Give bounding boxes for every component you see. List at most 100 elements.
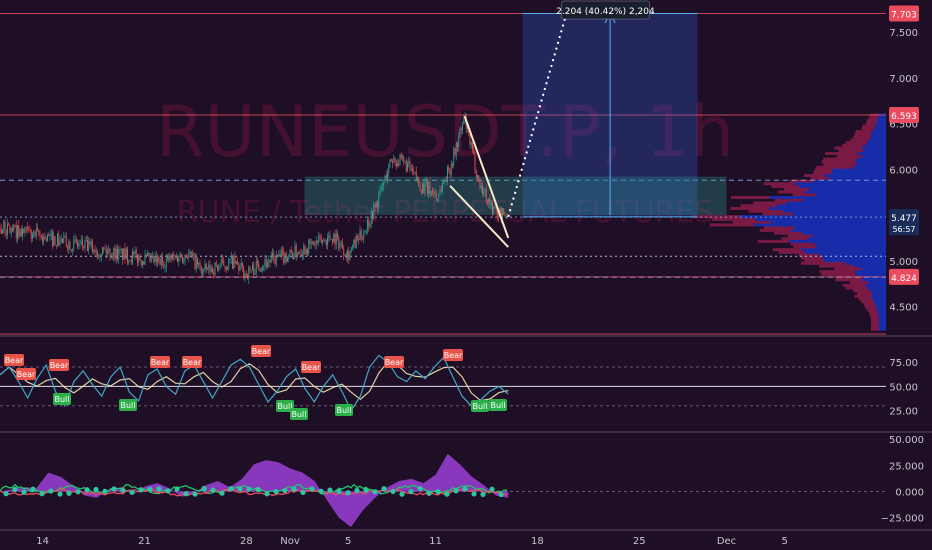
volume-profile-bar-down [804, 173, 825, 177]
candle-down [427, 181, 428, 194]
volume-profile-bar-down [771, 184, 800, 188]
candle-down [279, 254, 281, 257]
trading-chart[interactable]: RUNEUSDT.P, 1h RUNE / Tether PERPETUAL F… [0, 0, 932, 550]
candle-down [213, 272, 215, 275]
candle-up [493, 207, 495, 214]
candle-down [44, 236, 46, 240]
candle-up [379, 188, 381, 196]
candle-down [334, 233, 336, 245]
volume-profile-bar-up [794, 226, 886, 230]
candle-down [354, 239, 356, 248]
candle-down [342, 243, 343, 250]
candle-down [314, 245, 316, 246]
volume-profile-bar-down [871, 322, 879, 326]
price-tag-current-countdown: 56:57 [892, 225, 915, 234]
volume-profile-bar-down [823, 157, 857, 161]
candle-up [150, 257, 152, 262]
volume-profile-bar-down [868, 116, 878, 120]
candle-down [394, 157, 396, 161]
candle-down [299, 252, 301, 255]
volume-profile-bar-up [807, 237, 886, 241]
candle-up [294, 245, 296, 257]
candle-up [227, 267, 228, 270]
candle-up [315, 240, 317, 246]
volume-profile-bar-down [777, 190, 805, 194]
volume-profile-bar-up [874, 300, 886, 304]
volume-profile-bar-down [835, 278, 863, 282]
volume-profile-bar-up [782, 209, 886, 213]
volume-profile-bar-down [866, 121, 877, 125]
candle-down [503, 208, 505, 215]
candle-up [134, 250, 136, 255]
price-axis-tick: 4.500 [889, 303, 918, 314]
candle-up [408, 161, 410, 164]
candle-down [445, 180, 447, 182]
volume-profile-bar-up [846, 261, 886, 265]
candle-down [212, 267, 213, 273]
candle-up [399, 154, 401, 166]
candle-up [123, 248, 125, 260]
volume-profile-bar-down [774, 198, 803, 202]
candle-down [119, 249, 121, 250]
volume-profile-bar-up [871, 132, 886, 136]
candle-down [372, 211, 373, 220]
candle-down [238, 264, 240, 271]
osc-dot [120, 487, 126, 493]
candle-down [313, 241, 315, 246]
candle-up [142, 261, 143, 266]
osc-dot [381, 486, 387, 492]
candle-up [138, 256, 140, 263]
candle-down [92, 242, 93, 252]
volume-profile-bar-down [819, 270, 855, 274]
volume-profile-bar-up [816, 245, 886, 249]
volume-profile-bar-up [865, 143, 886, 147]
candle-down [249, 266, 251, 271]
candle-down [457, 142, 458, 147]
volume-profile-bar-down [853, 289, 871, 293]
volume-profile-bar-down [824, 152, 858, 156]
volume-profile-bar-down [731, 195, 770, 199]
candle-down [392, 161, 393, 163]
candle-up [369, 223, 371, 227]
volume-profile-bar-up [816, 193, 886, 197]
volume-profile-bar-down [838, 149, 864, 153]
candle-down [20, 229, 22, 237]
candle-up [50, 232, 52, 235]
osc-dot [192, 491, 198, 497]
candle-up [19, 229, 21, 237]
candle-up [108, 248, 110, 251]
bear-signal-label: Bear [5, 356, 24, 365]
osc-dot [264, 491, 270, 497]
candle-up [240, 263, 242, 266]
candle-down [420, 190, 422, 193]
candle-down [435, 192, 437, 200]
candle-down [449, 169, 451, 175]
rsi-axis-tick: 75.00 [889, 358, 918, 369]
bull-signal-label: Bull [472, 402, 487, 411]
volume-profile-bar-up [855, 272, 886, 276]
candle-up [352, 245, 353, 248]
candle-up [32, 233, 33, 239]
volume-profile-bar-down [816, 165, 854, 169]
candle-down [472, 142, 473, 150]
candle-up [494, 206, 496, 208]
candle-down [197, 258, 198, 265]
candle-up [179, 253, 181, 259]
candle-up [318, 235, 320, 243]
volume-profile-bar-down [787, 234, 813, 238]
osc-dot [210, 487, 216, 493]
candle-up [344, 254, 346, 255]
candle-up [248, 266, 250, 279]
candle-up [2, 229, 3, 234]
price-tag-current: 5.477 [891, 214, 917, 224]
osc-dot [111, 486, 117, 492]
osc-dot [165, 488, 171, 494]
candle-up [284, 253, 286, 263]
volume-profile-bar-up [874, 127, 886, 131]
volume-profile-bar-down [764, 226, 795, 230]
osc-dot [336, 488, 342, 494]
candle-up [483, 191, 485, 194]
candle-up [502, 208, 503, 220]
volume-profile-bar-down [763, 182, 795, 186]
candle-down [292, 252, 293, 259]
